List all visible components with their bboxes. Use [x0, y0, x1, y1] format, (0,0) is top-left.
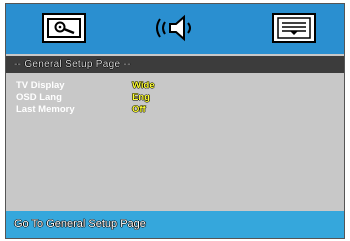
preference-setup-icon — [272, 13, 316, 43]
dvd-setup-screen: -- General Setup Page -- TV Display Wide… — [0, 0, 350, 241]
settings-list: TV Display Wide OSD Lang Eng Last Memory… — [6, 80, 344, 116]
setup-tab-bar — [6, 4, 344, 54]
audio-setup-icon — [156, 14, 191, 42]
setting-row-tv-display[interactable]: TV Display Wide — [6, 80, 344, 92]
general-setup-icon — [42, 13, 86, 43]
setting-row-last-memory[interactable]: Last Memory Off — [6, 104, 344, 116]
setting-value: Eng — [132, 92, 150, 103]
setting-label: Last Memory — [16, 104, 75, 115]
setting-value: Off — [132, 104, 146, 115]
tab-preference-setup[interactable] — [270, 11, 318, 45]
status-bar: Go To General Setup Page — [6, 211, 344, 238]
page-title: -- General Setup Page -- — [14, 59, 131, 70]
page-title-bar: -- General Setup Page -- — [6, 56, 344, 73]
setting-value: Wide — [132, 80, 155, 91]
setting-label: TV Display — [16, 80, 65, 91]
tab-general-setup[interactable] — [40, 11, 88, 45]
setting-row-osd-lang[interactable]: OSD Lang Eng — [6, 92, 344, 104]
setup-menu-panel: -- General Setup Page -- TV Display Wide… — [5, 3, 345, 239]
tab-audio-setup[interactable] — [148, 11, 196, 45]
setting-label: OSD Lang — [16, 92, 62, 103]
status-text: Go To General Setup Page — [14, 218, 146, 230]
